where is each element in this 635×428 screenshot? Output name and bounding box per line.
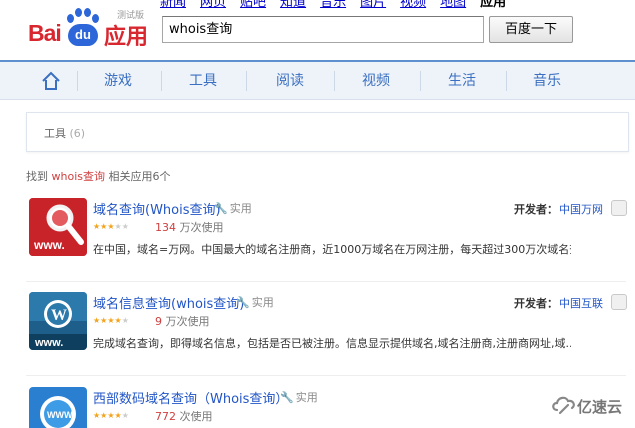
usage-count: 134 万次使用 xyxy=(155,221,224,234)
svg-text:www.: www. xyxy=(33,238,65,252)
wrench-icon: 🔧 xyxy=(214,202,228,215)
topnav-web[interactable]: 网页 xyxy=(200,0,226,11)
svg-text:www.: www. xyxy=(34,337,63,349)
divider xyxy=(26,281,626,282)
wrench-icon: 🔧 xyxy=(280,391,294,404)
usage-count: 9 万次使用 xyxy=(155,315,210,328)
nav-item-video[interactable]: 视频 xyxy=(346,62,406,100)
baidu-paw-icon: du xyxy=(65,8,101,46)
result-tag: 🔧 实用 xyxy=(280,391,318,404)
nav-item-reading[interactable]: 阅读 xyxy=(260,62,320,100)
svg-text:W: W xyxy=(51,307,67,324)
topnav-news[interactable]: 新闻 xyxy=(160,0,186,11)
nav-item-tools[interactable]: 工具 xyxy=(173,62,233,100)
wordpress-www-icon[interactable]: W www. xyxy=(29,292,87,350)
rating-stars: ★★★★★ xyxy=(93,411,129,420)
logo-du-text: du xyxy=(68,24,98,46)
category-count: (6) xyxy=(69,127,86,140)
result-item: W www. 域名信息查询(whois查询) 🔧 实用 ★★★★★ 9 万次使用 … xyxy=(26,292,635,382)
category-label: 工具 (6) xyxy=(44,127,86,140)
developer-label: 开发者： xyxy=(514,297,558,310)
result-description: 在中国，域名=万网。中国最大的域名注册商，近1000万域名在万网注册，每天超过3… xyxy=(93,243,571,256)
result-title[interactable]: 西部数码域名查询（Whois查询） xyxy=(93,388,288,407)
logo-app-text: 应用 xyxy=(104,25,149,50)
topnav-images[interactable]: 图片 xyxy=(360,0,386,11)
search-input[interactable]: whois查询 xyxy=(162,16,484,43)
result-title[interactable]: 域名信息查询(whois查询) xyxy=(93,293,244,312)
nav-item-music[interactable]: 音乐 xyxy=(517,62,577,100)
category-header-box: 工具 (6) xyxy=(26,112,629,152)
result-tag: 🔧 实用 xyxy=(214,202,252,215)
category-nav: 游戏 工具 阅读 视频 生活 音乐 xyxy=(0,60,635,100)
cloud-logo-icon xyxy=(552,396,575,415)
result-tag: 🔧 实用 xyxy=(236,296,274,309)
home-icon[interactable] xyxy=(40,70,62,92)
topnav-app: 应用 xyxy=(480,0,507,10)
top-nav: 新闻 网页 贴吧 知道 音乐 图片 视频 地图 应用 xyxy=(160,0,506,11)
result-item: WWW 西部数码域名查询（Whois查询） 🔧 实用 ★★★★★ 772 次使用 xyxy=(26,387,635,428)
topnav-music[interactable]: 音乐 xyxy=(320,0,346,11)
developer-name[interactable]: 中国互联 xyxy=(559,295,603,311)
logo-version-badge: 测试版 xyxy=(117,11,145,21)
developer-name[interactable]: 中国万网 xyxy=(559,201,603,217)
magnifier-www-icon[interactable]: www. xyxy=(29,198,87,256)
svg-text:WWW: WWW xyxy=(47,410,73,420)
search-button[interactable]: 百度一下 xyxy=(489,16,573,43)
topnav-tieba[interactable]: 贴吧 xyxy=(240,0,266,11)
rating-stars: ★★★★★ xyxy=(93,316,129,325)
watermark: 亿速云 xyxy=(551,394,635,418)
developer-button[interactable] xyxy=(611,200,627,216)
topnav-map[interactable]: 地图 xyxy=(440,0,466,11)
result-description: 完成域名查询，即得域名信息，包括是否已被注册。信息显示提供域名,域名注册商,注册… xyxy=(93,337,571,350)
wrench-icon: 🔧 xyxy=(236,296,250,309)
globe-www-icon[interactable]: WWW xyxy=(29,387,87,428)
baidu-app-logo[interactable]: Bai du 应用 测试版 xyxy=(28,4,153,50)
topnav-video[interactable]: 视频 xyxy=(400,0,426,11)
developer-button[interactable] xyxy=(611,294,627,310)
usage-count: 772 次使用 xyxy=(155,410,213,423)
result-item: www. 域名查询(Whois查询) 🔧 实用 ★★★★★ 134 万次使用 在中… xyxy=(26,198,635,288)
header: Bai du 应用 测试版 新闻 网页 贴吧 知道 音乐 图片 视频 地图 应用… xyxy=(0,0,635,58)
result-summary: 找到 whois查询 相关应用6个 xyxy=(26,170,171,183)
developer-label: 开发者： xyxy=(514,203,558,216)
nav-item-life[interactable]: 生活 xyxy=(432,62,492,100)
topnav-zhidao[interactable]: 知道 xyxy=(280,0,306,11)
result-title[interactable]: 域名查询(Whois查询) xyxy=(93,199,221,218)
logo-bai-text: Bai xyxy=(28,20,62,46)
rating-stars: ★★★★★ xyxy=(93,222,129,231)
divider xyxy=(26,375,626,376)
nav-item-games[interactable]: 游戏 xyxy=(88,62,148,100)
